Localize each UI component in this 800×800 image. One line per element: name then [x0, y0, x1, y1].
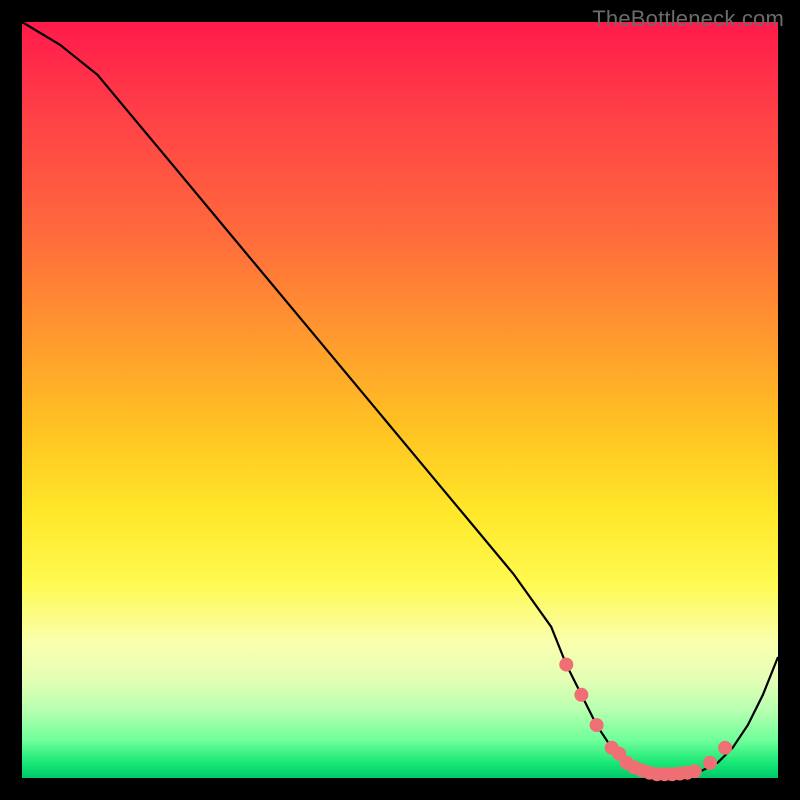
- plot-gradient-background: [22, 22, 778, 778]
- chart-frame: TheBottleneck.com: [0, 0, 800, 800]
- watermark-text: TheBottleneck.com: [592, 6, 784, 32]
